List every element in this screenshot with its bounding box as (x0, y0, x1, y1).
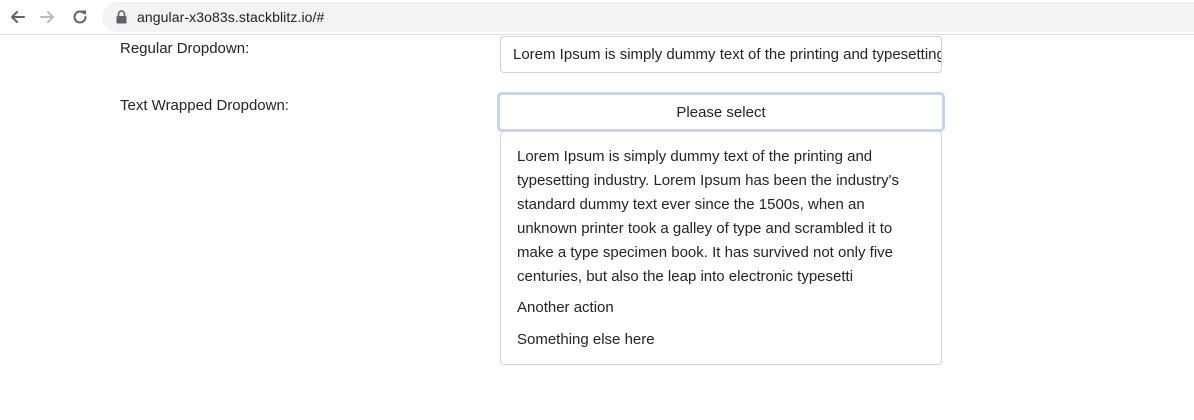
back-button[interactable] (4, 4, 30, 30)
reload-icon (73, 10, 87, 24)
regular-dropdown[interactable]: Lorem Ipsum is simply dummy text of the … (500, 36, 942, 73)
browser-toolbar: angular-x3o83s.stackblitz.io/# (0, 0, 1194, 35)
dropdown-item-lorem[interactable]: Lorem Ipsum is simply dummy text of the … (501, 145, 941, 289)
wrapped-dropdown-label: Text Wrapped Dropdown: (120, 97, 289, 114)
forward-button[interactable] (35, 4, 61, 30)
dropdown-item-another-action[interactable]: Another action (501, 296, 941, 320)
address-bar[interactable]: angular-x3o83s.stackblitz.io/# (102, 2, 1194, 32)
arrow-right-icon (40, 11, 54, 23)
lock-icon[interactable] (114, 9, 128, 25)
reload-button[interactable] (67, 4, 93, 30)
wrapped-dropdown-placeholder: Please select (676, 103, 766, 121)
arrow-left-icon (11, 11, 25, 23)
url-text[interactable]: angular-x3o83s.stackblitz.io/# (137, 9, 324, 25)
regular-dropdown-label: Regular Dropdown: (120, 40, 250, 57)
wrapped-dropdown-menu: Lorem Ipsum is simply dummy text of the … (500, 131, 942, 365)
wrapped-dropdown-toggle[interactable]: Please select (497, 92, 945, 132)
regular-dropdown-value: Lorem Ipsum is simply dummy text of the … (513, 46, 942, 63)
dropdown-item-something-else[interactable]: Something else here (501, 328, 941, 352)
